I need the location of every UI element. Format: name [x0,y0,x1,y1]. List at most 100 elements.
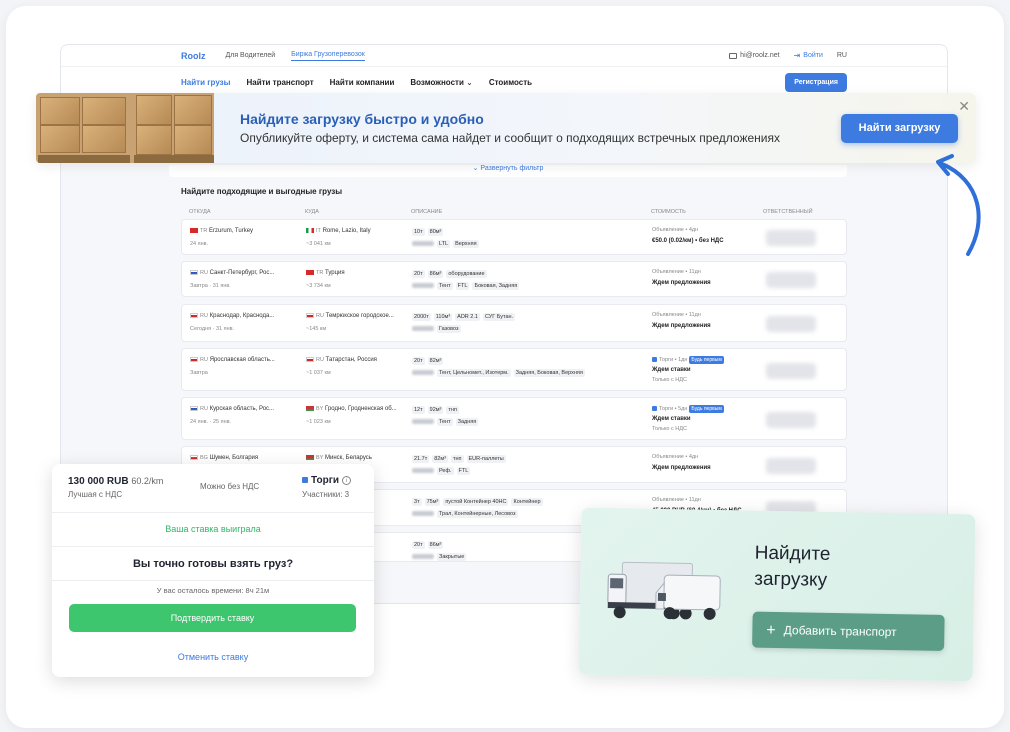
price-value: Ждем предложения [652,323,711,329]
price-status: Торги • 5дн Будь первым [652,405,724,413]
description-line-1: 21.7т 82м³ тнп EUR-паллеты [412,455,509,463]
cargo-tag: 82м³ [432,455,448,463]
list-title: Найдите подходящие и выгодные грузы [181,187,343,196]
be-first-badge: Будь первым [689,405,724,413]
divider [52,546,374,547]
price-status: Объявление • 11дн [652,269,701,275]
link-exchange[interactable]: Биржа Грузоперевозок [291,51,365,61]
table-row[interactable]: RU Курская область, Рос... 24 янв. · 25 я… [181,397,847,440]
add-transport-button[interactable]: + Добавить транспорт [752,611,945,651]
confirm-bid-button[interactable]: Подтвердить ставку [69,604,356,632]
bid-won-status: Ваша ставка выиграла [165,524,261,534]
flag-icon [190,357,198,362]
blurred-text [412,325,434,331]
nav-find-cargo[interactable]: Найти грузы [181,78,230,87]
cargo-tag: 20т [412,357,425,365]
nav-pricing[interactable]: Стоимость [489,78,532,87]
table-row[interactable]: RU Краснодар, Краснода... Сегодня · 31 ян… [181,304,847,342]
flag-icon [306,313,314,318]
cargo-tag: FTL [455,282,470,290]
cargo-tag: 86м³ [427,541,444,549]
logo[interactable]: Roolz [181,51,206,61]
flag-icon [306,455,314,460]
distance: ~1 037 км [306,370,331,376]
destination: RU Татарстан, Россия [306,357,377,363]
price-value: Ждем ставки [652,416,691,422]
nav-features[interactable]: Возможности ⌄ [410,78,472,87]
flag-icon [190,313,198,318]
cargo-tag: тнп [450,455,464,463]
cargo-tag: Трал, Контейнерные, Лесовоз [437,510,518,518]
distance: ~3 734 км [306,283,331,289]
price-value: Ждем ставки [652,367,691,373]
cargo-tag: оборудование [446,270,487,278]
destination: RU Темрюкское городское... [306,313,394,319]
cargo-tag: Контейнер [511,498,543,506]
table-row[interactable]: RU Санкт-Петербург, Рос... Завтра · 31 ян… [181,261,847,297]
divider [52,580,374,581]
login-icon: ⇥ [793,51,801,60]
cargo-tag: Боковая, Задняя [472,282,520,290]
origin: BG Шумен, Болгария [190,455,258,461]
cargo-tag: Закрытые [437,553,467,561]
origin-date: Сегодня · 31 янв. [190,326,235,332]
register-button[interactable]: Регистрация [785,73,847,92]
origin-date: 24 янв. [190,241,209,247]
auction-square-icon [652,405,657,411]
cargo-tag: 3т [412,498,422,506]
cancel-bid-link[interactable]: Отменить ставку [52,652,374,662]
flag-icon [190,270,198,275]
flag-icon [306,270,314,275]
login-link[interactable]: ⇥ Войти [794,51,823,60]
cargo-tag: пустой Контейнер 40HC [443,498,509,506]
responsible-avatar [766,457,816,474]
divider [52,512,374,513]
cargo-tag: 75м³ [424,498,441,506]
price-note: Только с НДС [652,377,687,383]
top-bar: Roolz Для Водителей Биржа Грузоперевозок… [61,45,947,67]
description-line-2: Закрытые [412,553,469,561]
table-row[interactable]: TR Erzurum, Turkey 24 янв. IT Rome, Lazio,… [181,219,847,255]
price-status: Торги • 1дн Будь первым [652,356,724,364]
link-drivers[interactable]: Для Водителей [226,52,276,59]
info-icon[interactable]: i [342,475,352,485]
close-icon[interactable]: ✕ [958,99,970,113]
origin-date: 24 янв. · 25 янв. [190,419,232,425]
language-switch[interactable]: RU [837,52,847,59]
nav-find-companies[interactable]: Найти компании [330,78,395,87]
col-description: ОПИСАНИЕ [411,209,443,215]
price-value: Ждем предложения [652,280,711,286]
cargo-tag: тнп [446,406,459,414]
cargo-tag: Тент [437,282,453,290]
col-responsible: ОТВЕТСТВЕННЫЙ [763,209,813,215]
col-from: ОТКУДА [189,209,211,215]
cargo-tag: Верхняя [453,240,479,248]
cargo-tag: 92м³ [427,406,444,414]
find-load-button[interactable]: Найти загрузку [841,114,958,143]
description-line-2: Тент, Цельномет., Изотерм. Задняя, Бокова… [412,369,588,377]
price-value: €50.0 (0.02/км) • без НДС [652,238,724,244]
promo-banner: Найдите загрузку быстро и удобно Опублик… [36,93,976,163]
destination: BY Минск, Беларусь [306,455,372,461]
email-link[interactable]: hi@roolz.net [729,52,780,59]
curved-arrow-icon [936,154,981,256]
blurred-text [412,240,434,246]
expand-filter[interactable]: ⌄ Развернуть фильтр [169,165,847,177]
mail-icon [729,52,738,59]
col-to: КУДА [305,209,319,215]
blurred-text [412,510,434,516]
table-row[interactable]: RU Ярославская область... Завтра RU Татарс… [181,348,847,391]
distance: ~3 041 км [306,241,331,247]
description-line-1: 20т 86м³ [412,541,446,549]
blurred-text [412,418,434,424]
add-transport-card: Найдите загрузку + Добавить транспорт [578,507,976,682]
description-line-2: Тент Задняя [412,418,481,426]
cargo-tag: FTL [456,467,471,475]
description-line-1: 10т 80м³ [412,228,446,236]
origin: TR Erzurum, Turkey [190,228,253,234]
cargo-tag: EUR-паллеты [466,455,506,463]
origin: RU Ярославская область... [190,357,275,363]
nav-find-transport[interactable]: Найти транспорт [246,78,313,87]
flag-icon [306,357,314,362]
cargo-tag: 80м³ [427,228,444,236]
